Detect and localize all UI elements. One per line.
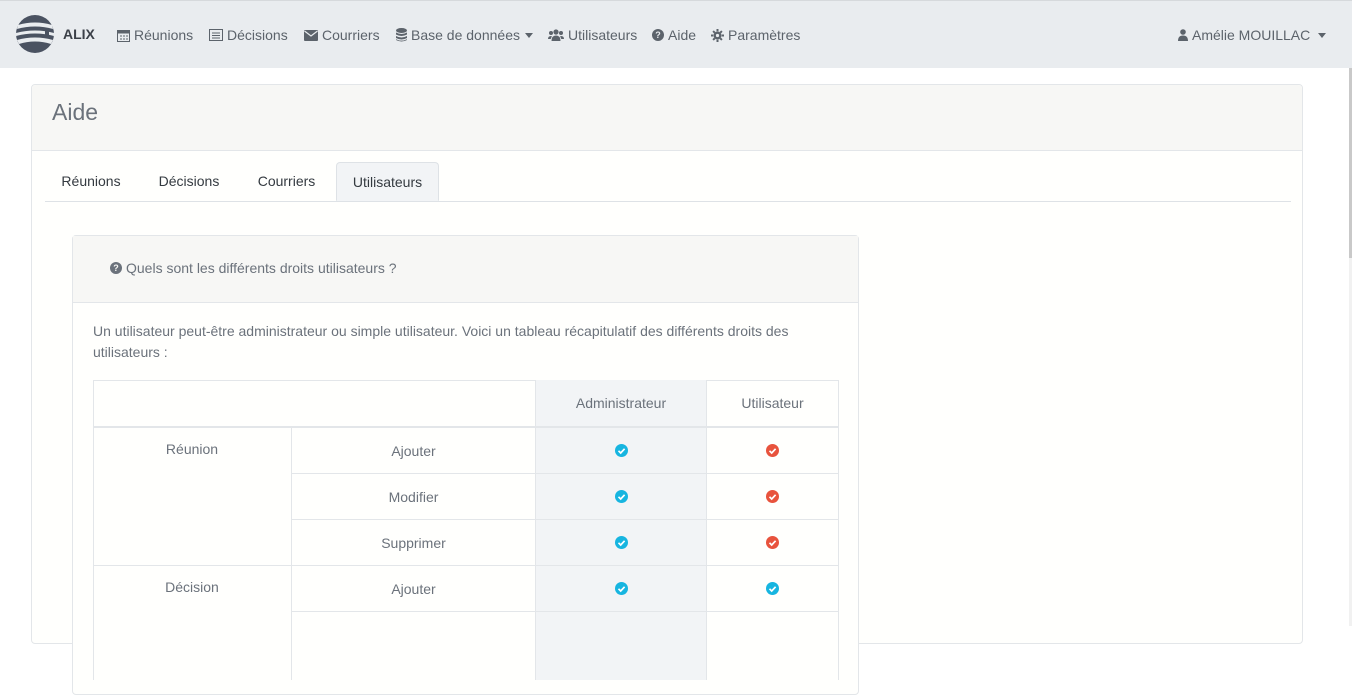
table-header-empty xyxy=(93,380,536,428)
nav-base-de-donnees[interactable]: Base de données xyxy=(396,25,533,45)
list-icon xyxy=(209,29,223,41)
user-right-cell xyxy=(707,612,839,680)
user-name: Amélie MOUILLAC xyxy=(1192,27,1311,43)
svg-text:?: ? xyxy=(113,263,119,273)
calendar-icon xyxy=(117,29,130,42)
alix-logo-icon[interactable] xyxy=(15,14,55,54)
chevron-down-icon xyxy=(1318,32,1327,38)
admin-right-cell xyxy=(536,520,707,566)
nav-courriers-label: Courriers xyxy=(322,27,380,43)
envelope-icon xyxy=(304,29,318,41)
user-right-cell xyxy=(707,520,839,566)
action-cell: Ajouter xyxy=(292,428,536,474)
card-header: Aide xyxy=(32,85,1302,151)
gear-icon xyxy=(711,28,724,42)
nav-decisions[interactable]: Décisions xyxy=(209,25,288,45)
action-cell xyxy=(292,612,536,680)
svg-text:?: ? xyxy=(655,30,661,40)
admin-right-cell xyxy=(536,428,707,474)
nav-parametres[interactable]: Paramètres xyxy=(711,25,800,45)
faq-intro: Un utilisateur peut-être administrateur … xyxy=(93,323,789,360)
user-icon xyxy=(1178,29,1188,41)
question-circle-icon: ? xyxy=(110,262,122,274)
check-circle-icon xyxy=(766,582,779,595)
help-card: Aide Réunions Décisions Courriers Utilis… xyxy=(31,84,1303,695)
faq-header[interactable]: ? Quels sont les différents droits utili… xyxy=(73,236,858,303)
admin-right-cell xyxy=(536,474,707,520)
check-circle-icon xyxy=(766,490,779,503)
user-right-cell xyxy=(707,428,839,474)
users-icon xyxy=(548,29,564,41)
nav-parametres-label: Paramètres xyxy=(728,27,801,43)
faq-question-text: Quels sont les différents droits utilisa… xyxy=(126,260,397,276)
action-cell: Supprimer xyxy=(292,520,536,566)
faq-card: ? Quels sont les différents droits utili… xyxy=(72,235,859,695)
tab-decisions[interactable]: Décisions xyxy=(144,162,234,200)
tab-courriers[interactable]: Courriers xyxy=(240,162,333,200)
brand-name[interactable]: ALIX xyxy=(63,26,95,42)
question-circle-icon: ? xyxy=(652,29,664,41)
check-circle-icon xyxy=(614,490,628,503)
check-circle-icon xyxy=(766,444,779,457)
tab-utilisateurs[interactable]: Utilisateurs xyxy=(336,162,439,201)
nav-aide[interactable]: ? Aide xyxy=(652,25,696,45)
faq-question[interactable]: ? Quels sont les différents droits utili… xyxy=(110,260,397,276)
check-circle-icon xyxy=(614,444,628,457)
user-right-cell xyxy=(707,566,839,612)
nav-aide-label: Aide xyxy=(668,27,697,43)
admin-right-cell xyxy=(536,566,707,612)
table-header-administrateur: Administrateur xyxy=(536,380,707,428)
navbar: ALIX Réunions Décisions Courriers Base d… xyxy=(0,0,1352,68)
group-reunion: Réunion xyxy=(93,428,292,566)
chevron-down-icon xyxy=(524,32,533,38)
check-circle-icon xyxy=(614,536,628,549)
user-menu[interactable]: Amélie MOUILLAC xyxy=(1178,25,1327,45)
group-decision: Décision xyxy=(93,566,292,680)
database-icon xyxy=(396,28,407,42)
admin-right-cell xyxy=(536,612,707,680)
nav-utilisateurs-label: Utilisateurs xyxy=(568,27,638,43)
user-right-cell xyxy=(707,474,839,520)
nav-utilisateurs[interactable]: Utilisateurs xyxy=(548,25,637,45)
help-tabs: Réunions Décisions Courriers Utilisateur… xyxy=(45,162,1291,202)
page-title: Aide xyxy=(52,99,99,125)
check-circle-icon xyxy=(614,582,628,595)
action-cell: Modifier xyxy=(292,474,536,520)
nav-reunions[interactable]: Réunions xyxy=(117,25,193,45)
nav-reunions-label: Réunions xyxy=(134,27,194,43)
action-cell: Ajouter xyxy=(292,566,536,612)
nav-base-de-donnees-label: Base de données xyxy=(411,27,520,43)
nav-decisions-label: Décisions xyxy=(227,27,288,43)
check-circle-icon xyxy=(766,536,779,549)
nav-courriers[interactable]: Courriers xyxy=(304,25,380,45)
tab-reunions[interactable]: Réunions xyxy=(45,162,137,200)
table-header-utilisateur: Utilisateur xyxy=(707,380,839,428)
